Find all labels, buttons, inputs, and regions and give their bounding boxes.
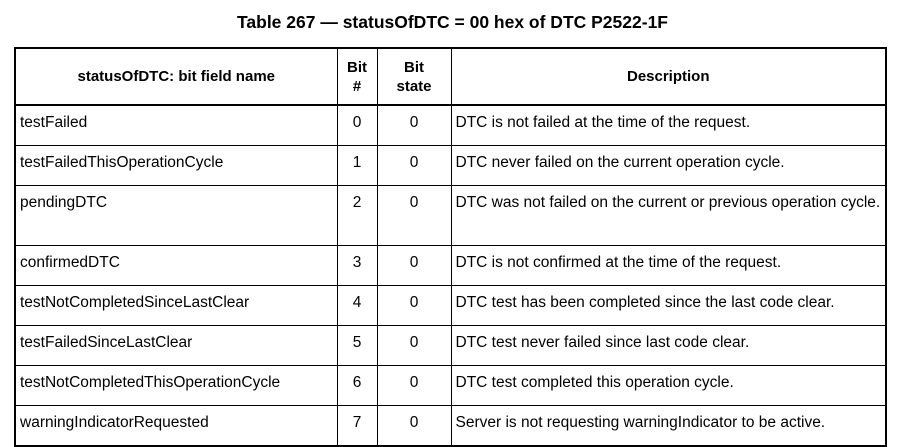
bit-field-name-cell: testNotCompletedSinceLastClear <box>14 285 338 326</box>
bit-state-cell: 0 <box>376 185 452 246</box>
description-cell: DTC is not confirmed at the time of the … <box>450 245 887 286</box>
bit-state-cell: 0 <box>376 405 452 447</box>
bit-state-cell: 0 <box>376 365 452 406</box>
header-row: statusOfDTC: bit field name Bit # Bit st… <box>14 47 887 106</box>
bit-field-name-cell: testFailedSinceLastClear <box>14 325 338 366</box>
bit-number-cell: 2 <box>336 185 378 246</box>
bit-field-name-cell: pendingDTC <box>14 185 338 246</box>
table-row: testFailedThisOperationCycle 1 0 DTC nev… <box>14 145 887 186</box>
table-row: testFailedSinceLastClear 5 0 DTC test ne… <box>14 325 887 366</box>
header-bit-state: Bit state <box>376 47 452 106</box>
table-row: testNotCompletedSinceLastClear 4 0 DTC t… <box>14 285 887 326</box>
status-of-dtc-table: statusOfDTC: bit field name Bit # Bit st… <box>14 47 887 447</box>
bit-number-cell: 4 <box>336 285 378 326</box>
bit-number-cell: 5 <box>336 325 378 366</box>
bit-state-cell: 0 <box>376 285 452 326</box>
header-bit-state-line2: state <box>396 77 432 95</box>
table-row: confirmedDTC 3 0 DTC is not confirmed at… <box>14 245 887 286</box>
header-bit-state-line1: Bit <box>404 58 424 76</box>
description-cell: DTC is not failed at the time of the req… <box>450 104 887 146</box>
description-cell: DTC test has been completed since the la… <box>450 285 887 326</box>
header-bit-field-name: statusOfDTC: bit field name <box>14 47 338 106</box>
table-row: pendingDTC 2 0 DTC was not failed on the… <box>14 185 887 246</box>
description-cell: DTC never failed on the current operatio… <box>450 145 887 186</box>
header-description: Description <box>450 47 887 106</box>
table-caption: Table 267 — statusOfDTC = 00 hex of DTC … <box>237 12 668 32</box>
header-bit-number: Bit # <box>336 47 378 106</box>
bit-state-cell: 0 <box>376 325 452 366</box>
bit-field-name-cell: testFailed <box>14 104 338 146</box>
header-bit-number-line2: # <box>352 77 362 95</box>
description-cell: DTC was not failed on the current or pre… <box>450 185 887 246</box>
bit-field-name-cell: testNotCompletedThisOperationCycle <box>14 365 338 406</box>
bit-field-name-cell: confirmedDTC <box>14 245 338 286</box>
bit-number-cell: 3 <box>336 245 378 286</box>
table-row: testNotCompletedThisOperationCycle 6 0 D… <box>14 365 887 406</box>
bit-state-cell: 0 <box>376 145 452 186</box>
bit-state-cell: 0 <box>376 245 452 286</box>
bit-number-cell: 7 <box>336 405 378 447</box>
table-row: testFailed 0 0 DTC is not failed at the … <box>14 104 887 146</box>
bit-field-name-cell: warningIndicatorRequested <box>14 405 338 447</box>
bit-number-cell: 6 <box>336 365 378 406</box>
bit-field-name-cell: testFailedThisOperationCycle <box>14 145 338 186</box>
description-cell: DTC test completed this operation cycle. <box>450 365 887 406</box>
description-cell: DTC test never failed since last code cl… <box>450 325 887 366</box>
description-cell: Server is not requesting warningIndicato… <box>450 405 887 447</box>
header-bit-number-line1: Bit <box>347 58 367 76</box>
bit-state-cell: 0 <box>376 104 452 146</box>
bit-number-cell: 0 <box>336 104 378 146</box>
table-row: warningIndicatorRequested 7 0 Server is … <box>14 405 887 447</box>
bit-number-cell: 1 <box>336 145 378 186</box>
